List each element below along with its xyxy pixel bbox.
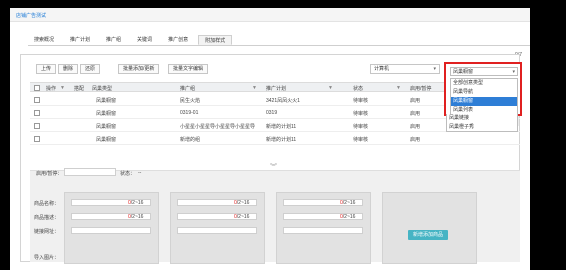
tab-creatives[interactable]: 推广创意 [162,35,194,45]
tab-campaigns[interactable]: 推广计划 [64,35,96,45]
row-plan: 3421凤凤火火1 [266,98,300,104]
select-all-checkbox[interactable] [34,85,40,91]
image-label: 导入图片： [34,255,60,261]
name-char-count: 0/2~16 [234,200,250,206]
option-all[interactable]: 全部创意类型 [451,79,517,88]
desc-char-count: 0/2~16 [340,214,356,220]
row-checkbox[interactable] [34,123,40,129]
bulk-text-edit-button[interactable]: 批量文字编辑 [168,64,209,74]
product-url-input[interactable] [71,227,151,234]
upload-button[interactable]: 上传 [36,64,57,74]
bulk-add-update-button[interactable]: 批量添加/更新 [118,64,160,74]
row-type: 凤巢橱窗 [96,137,117,143]
device-select-value: 计算机 [374,66,390,72]
funnel-icon[interactable]: ▼ [328,85,333,91]
row-checkbox[interactable] [34,110,40,116]
device-select[interactable]: 计算机 ▾ [370,64,440,74]
product-card [64,192,159,264]
tab-extra-styles[interactable]: 附加样式 [198,35,233,45]
row-plan: 新增的计划11 [266,137,297,143]
status-value: -- [138,170,142,176]
row-status: 待审核 [353,124,369,130]
row-group: 民生火焰 [180,98,201,104]
style-type-dropdown-highlight: 凤巢橱窗 ▾ 全部创意类型 凤巢导航 凤巢橱窗 凤巢列表 [444,62,522,116]
desc-char-count: 0/2~16 [128,214,144,220]
row-type: 凤巢橱窗 [96,124,117,130]
option-link[interactable]: 凤巢链接 [446,114,518,123]
row-checkbox[interactable] [34,136,40,142]
product-url-input[interactable] [177,227,257,234]
chevron-down-icon: ▾ [512,69,515,75]
status-label: 状态： [120,171,136,177]
style-type-select[interactable]: 凤巢橱窗 ▾ [450,67,518,76]
page-title: 店铺广告测试 [16,13,47,19]
row-group: 小星星小星星导小星星导小星星导 [180,124,256,130]
tab-ad-groups[interactable]: 推广组 [100,35,127,45]
row-group: 0319-01 [180,110,199,116]
link-url-label: 链接网址： [34,229,60,235]
title-bar: 店铺广告测试 [10,8,530,22]
style-type-select-value: 凤巢橱窗 [453,69,474,75]
header-type: 凤巢类型 [92,86,113,92]
style-type-options: 全部创意类型 凤巢导航 凤巢橱窗 凤巢列表 [450,78,518,116]
product-card-empty [382,192,477,264]
delete-button[interactable]: 删除 [58,64,79,74]
row-enable: 启用 [410,98,421,104]
tab-bar: 搜索概况 推广计划 推广组 关键词 推广创意 附加样式 [28,35,236,45]
row-enable: 启用 [410,137,421,143]
row-status: 待审核 [353,137,369,143]
restore-button[interactable]: 还原 [80,64,101,74]
product-card [276,192,371,264]
row-plan: 0319 [266,110,278,116]
row-type: 凤巢橱窗 [96,111,117,117]
tab-search-overview[interactable]: 搜索概况 [28,35,60,45]
row-checkbox[interactable] [34,97,40,103]
header-plan: 推广计划 [266,86,287,92]
header-draft: 搭配 [74,86,85,92]
header-group: 推广组 [180,86,196,92]
option-nav[interactable]: 凤巢导航 [451,88,517,97]
row-group: 新增的组 [180,137,201,143]
option-orange-show[interactable]: 凤巢橙子秀 [446,123,518,132]
product-desc-label: 商品描述： [34,215,60,221]
tab-keywords[interactable]: 关键词 [131,35,158,45]
product-card [170,192,265,264]
row-plan: 新增的计划11 [266,124,297,130]
funnel-icon[interactable]: ▼ [60,85,65,91]
chevron-down-icon: ▾ [433,66,436,72]
product-url-input[interactable] [283,227,363,234]
table-row[interactable]: 凤巢橱窗 新增的组 新增的计划11 待审核 启用 [30,133,520,145]
desc-char-count: 0/2~16 [234,214,250,220]
header-enable: 启用/暂停 [410,86,432,92]
enable-label: 启用/暂停： [36,171,63,177]
row-enable: 启用 [410,111,421,117]
option-showcase[interactable]: 凤巢橱窗 [451,97,517,106]
row-type: 凤巢橱窗 [96,98,117,104]
enable-select[interactable] [64,168,116,176]
header-status: 状态 [353,86,364,92]
row-enable: 启用 [410,124,421,130]
add-product-button[interactable]: 新增添加商品 [408,230,449,240]
row-status: 待审核 [353,98,369,104]
tab-divider [28,45,530,46]
style-type-options-overflow: 凤巢链接 凤巢橙子秀 [446,114,518,132]
funnel-icon[interactable]: ▼ [252,85,257,91]
funnel-icon[interactable]: ▼ [396,85,401,91]
name-char-count: 0/2~16 [128,200,144,206]
product-name-label: 商品名称： [34,201,60,207]
header-ops: 操作 [46,86,57,92]
row-status: 待审核 [353,111,369,117]
name-char-count: 0/2~16 [340,200,356,206]
